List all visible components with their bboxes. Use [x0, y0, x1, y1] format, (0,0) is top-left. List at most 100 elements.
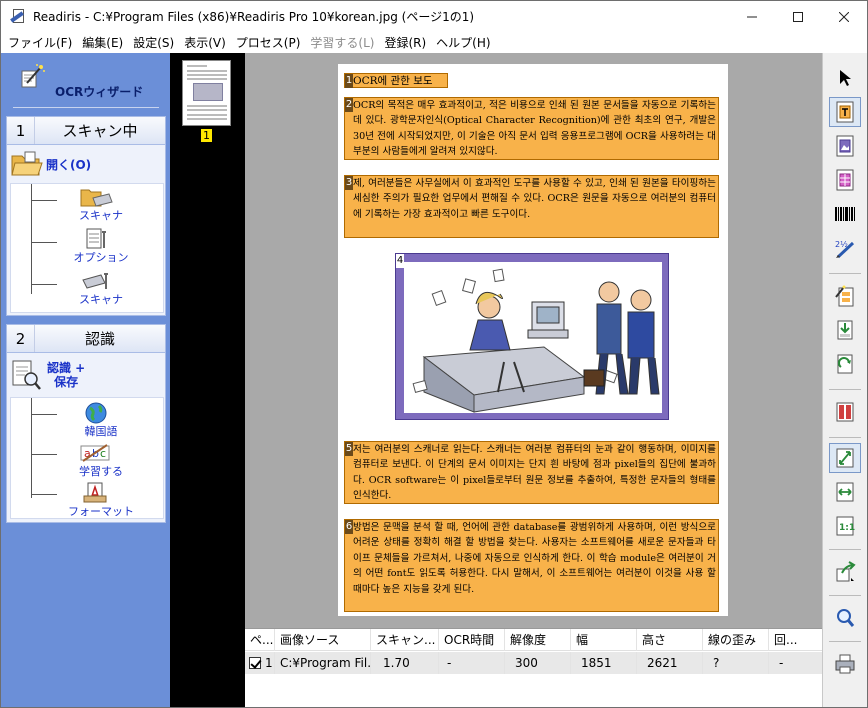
wizard-header: OCRウィザード: [5, 57, 166, 113]
barcode-tool-button[interactable]: [829, 199, 861, 229]
toolbar-separator: [829, 641, 861, 642]
row-page-cell[interactable]: 1: [245, 652, 275, 674]
learn-item[interactable]: a b c 学習する: [11, 440, 165, 480]
column-header-ocr-time[interactable]: OCR時間: [439, 629, 505, 651]
split-page-button[interactable]: [829, 397, 861, 427]
scanner-item-2[interactable]: スキャナ: [11, 268, 165, 308]
handwriting-pen-icon: 2½: [835, 240, 855, 259]
office-cartoon-illustration: [404, 262, 662, 413]
open-button[interactable]: 開く(O): [11, 151, 91, 177]
column-header-height[interactable]: 高さ: [637, 629, 703, 651]
column-header-image-source[interactable]: 画像ソース: [275, 629, 371, 651]
menu-view[interactable]: 表示(V): [179, 34, 231, 51]
close-button[interactable]: [821, 1, 867, 32]
table-row[interactable]: 1 C:¥Program Fil... 1.70 - 300 1851 2621…: [245, 652, 822, 674]
text-zone-icon: [836, 101, 854, 123]
fit-page-button[interactable]: [829, 443, 861, 473]
minimize-button[interactable]: [729, 1, 775, 32]
zoom-button[interactable]: [829, 603, 861, 633]
scanner-item-2-label: スキャナ: [79, 293, 123, 306]
scan-sub-items: スキャナ オプション スキャナ: [10, 183, 164, 313]
thumb-line: [187, 118, 227, 120]
menu-file[interactable]: ファイル(F): [3, 34, 77, 51]
text-zone-2[interactable]: 2 OCR의 목적은 매우 효과적이고, 적은 비용으로 인쇄 된 원본 문서들…: [344, 97, 719, 160]
column-header-resolution[interactable]: 解像度: [505, 629, 571, 651]
column-header-rotation[interactable]: 回...: [769, 629, 822, 651]
section-scan-header: 1 スキャン中: [7, 117, 165, 145]
menu-bar: ファイル(F) 編集(E) 設定(S) 表示(V) プロセス(P) 学習する(L…: [1, 32, 867, 53]
toolbar-separator: [829, 273, 861, 274]
wizard-section-recognize: 2 認識 認識 + 保存 韓国語 a c 学習する フォーマット: [6, 324, 166, 523]
maximize-button[interactable]: [775, 1, 821, 32]
section-recognize-label: 認識: [84, 330, 115, 348]
row-width-cell: 1851: [571, 652, 637, 674]
scanner-item-1[interactable]: スキャナ: [11, 184, 165, 224]
auto-zone-button[interactable]: [829, 281, 861, 311]
image-zone-tool-button[interactable]: [829, 131, 861, 161]
scanner-settings-icon: [82, 273, 108, 289]
table-zone-tool-button[interactable]: [829, 165, 861, 195]
zone-text: 저는 여러분의 스캐너로 읽는다. 스캐너는 여러분 컴퓨터의 눈과 같이 행동…: [353, 444, 716, 502]
text-zone-tool-button[interactable]: [829, 97, 861, 127]
column-header-scan[interactable]: スキャン...: [371, 629, 439, 651]
zone-text: OCR에 관한 보도: [353, 75, 433, 87]
table-zone-icon: [836, 169, 854, 191]
export-button[interactable]: [829, 557, 861, 587]
options-item-label: オプション: [73, 251, 129, 264]
toolbar-separator: [829, 437, 861, 438]
zone-number: 6: [345, 520, 353, 534]
print-button[interactable]: [829, 649, 861, 679]
maximize-icon: [793, 11, 803, 22]
thumbnail-panel: 1: [170, 53, 245, 707]
handwriting-tool-button[interactable]: 2½: [829, 233, 861, 263]
menu-settings[interactable]: 設定(S): [128, 34, 179, 51]
row-ocr-time-cell: -: [439, 652, 505, 674]
row-resolution-cell: 300: [505, 652, 571, 674]
image-zone-icon: [836, 135, 854, 157]
row-checkbox[interactable]: [249, 657, 261, 669]
options-item[interactable]: オプション: [11, 226, 165, 266]
recognize-save-label: 認識 + 保存: [47, 361, 86, 389]
menu-edit[interactable]: 編集(E): [77, 34, 128, 51]
import-zones-button[interactable]: [829, 315, 861, 345]
column-header-width[interactable]: 幅: [571, 629, 637, 651]
import-page-icon: [837, 320, 853, 340]
language-korean-item[interactable]: 韓国語: [11, 400, 165, 440]
actual-size-button[interactable]: 1:1: [829, 511, 861, 541]
image-zone-4[interactable]: 4: [395, 253, 669, 420]
export-arrow-icon: [836, 561, 856, 582]
document-viewer[interactable]: 1 OCR에 관한 보도 2 OCR의 목적은 매우 효과적이고, 적은 비용으…: [245, 53, 822, 628]
menu-learn[interactable]: 学習する(L): [305, 34, 379, 51]
fit-width-button[interactable]: [829, 477, 861, 507]
readiris-app-icon: [10, 8, 26, 25]
text-zone-3[interactable]: 3 제, 여러분들은 사무실에서 이 효과적인 도구를 사용할 수 있고, 인쇄…: [344, 175, 719, 238]
language-korean-label: 韓国語: [84, 425, 118, 438]
tree-branch: [31, 414, 57, 415]
column-header-page[interactable]: ペ...: [245, 629, 275, 651]
menu-process[interactable]: プロセス(P): [231, 34, 306, 51]
thumb-line: [187, 114, 227, 116]
format-document-icon: [83, 482, 107, 503]
svg-text:1:1: 1:1: [839, 523, 855, 533]
menu-register[interactable]: 登録(R): [379, 34, 431, 51]
learn-item-label: 学習する: [79, 465, 123, 478]
recognize-magnifier-icon: [12, 360, 41, 390]
format-item[interactable]: フォーマット: [11, 480, 165, 520]
page-info-table: ペ... 画像ソース スキャン... OCR時間 解像度 幅 高さ 線の歪み 回…: [245, 628, 822, 707]
rotate-page-button[interactable]: [829, 349, 861, 379]
close-icon: [839, 11, 849, 22]
pointer-tool-button[interactable]: [829, 63, 861, 93]
globe-icon: [85, 402, 107, 424]
auto-zone-wand-icon: [835, 285, 854, 307]
zone-number: 5: [345, 442, 353, 456]
text-zone-6[interactable]: 6 방법은 문맥을 분석 할 때, 언어에 관한 database를 광범위하게…: [344, 519, 719, 612]
column-header-skew[interactable]: 線の歪み: [703, 629, 769, 651]
row-scan-cell: 1.70: [371, 652, 439, 674]
table-header-row: ペ... 画像ソース スキャン... OCR時間 解像度 幅 高さ 線の歪み 回…: [245, 629, 822, 651]
zone-number: 1: [345, 74, 353, 88]
menu-help[interactable]: ヘルプ(H): [431, 34, 495, 51]
page-thumbnail[interactable]: [182, 60, 231, 126]
text-zone-1[interactable]: 1 OCR에 관한 보도: [344, 73, 448, 88]
recognize-save-button[interactable]: 認識 + 保存: [11, 359, 85, 391]
text-zone-5[interactable]: 5 저는 여러분의 스캐너로 읽는다. 스캐너는 여러분 컴퓨터의 눈과 같이 …: [344, 441, 719, 504]
